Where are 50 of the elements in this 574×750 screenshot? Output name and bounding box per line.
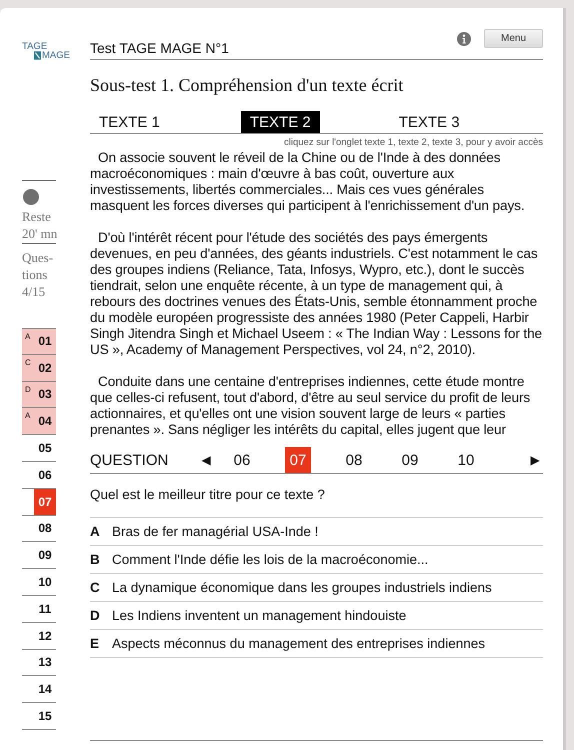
answer-option[interactable]: A Bras de fer managérial USA-Inde ! <box>90 518 543 546</box>
question-tab[interactable]: 09 <box>397 447 423 473</box>
answer-letter: C <box>25 358 31 367</box>
question-text: Quel est le meilleur titre pour ce texte ? <box>90 487 543 518</box>
question-number[interactable]: 13 <box>34 650 56 676</box>
question-tab[interactable]: 07 <box>285 447 311 473</box>
question-label: QUESTION <box>90 452 170 468</box>
questions-count: 4/15 <box>22 283 46 300</box>
question-number[interactable]: 04 <box>34 408 56 434</box>
test-title: Test TAGE MAGE N°1 <box>90 40 230 56</box>
next-button[interactable]: ▶ <box>527 453 543 467</box>
answer-option[interactable]: B Comment l'Inde défie les lois de la macroéconomie... <box>90 546 543 574</box>
timer-value: 20' mn <box>22 225 56 242</box>
answer-option[interactable]: E Aspects méconnus du management des entreprises indiennes <box>90 630 543 658</box>
question-number[interactable]: 12 <box>34 622 56 649</box>
passage-paragraph: On associe souvent le réveil de la Chine ou de l'Inde à des données macroéconomiques : main d'œuvre à bas coût, ouverture aux investissements, libertés commerciales... Mais ces vues générales masquent les forces diverses qui participent à l'enrichissement d'un pays. <box>90 150 526 214</box>
menu-button[interactable]: Menu <box>484 29 543 48</box>
passage-paragraph: Conduite dans une centaine d'entreprises indiennes, cette étude montre que celles-ci refusent, tout d'abord, d'être au seul service du profit de leurs actionnaires, et qu'elles ont une vision souvent large de leurs « parties prenantes ». Sans négliger les intérêts du capital, elles jugent que leur <box>90 374 532 438</box>
question-number[interactable]: 01 <box>34 329 56 354</box>
previous-button[interactable]: ◀ <box>198 453 214 467</box>
question-number[interactable]: 11 <box>34 596 56 622</box>
timer-dot-icon <box>23 189 39 205</box>
question-number[interactable]: 10 <box>34 569 56 595</box>
question-tab[interactable]: 06 <box>229 447 255 473</box>
answer-letter: A <box>25 332 30 341</box>
question-number[interactable]: 02 <box>34 354 56 381</box>
answer-option[interactable]: D Les Indiens inventent un management hindouiste <box>90 602 543 630</box>
answer-letter: D <box>25 384 31 394</box>
tabs-hint: cliquez sur l'onglet texte 1, texte 2, texte 3, pour y avoir accès <box>283 137 543 148</box>
question-number[interactable]: 14 <box>34 676 56 702</box>
question-tab[interactable]: 10 <box>453 447 479 473</box>
questions-label: Ques-tions <box>22 249 54 283</box>
question-tab[interactable]: 08 <box>341 447 367 473</box>
logo: TAGE MAGE <box>22 42 71 60</box>
question-number[interactable]: 06 <box>34 462 56 488</box>
question-number[interactable]: 05 <box>34 435 56 461</box>
section-title: Sous-test 1. Compréhension d'un texte écrit <box>90 74 404 96</box>
text-tab[interactable]: TEXTE 2 <box>240 111 320 133</box>
question-number[interactable]: 08 <box>34 516 56 542</box>
question-number[interactable]: 15 <box>34 703 56 729</box>
info-icon[interactable] <box>457 32 471 46</box>
answer-option[interactable]: C La dynamique économique dans les groupes industriels indiens <box>90 574 543 602</box>
text-tab[interactable]: TEXTE 1 <box>90 111 169 133</box>
text-tab[interactable]: TEXTE 3 <box>390 111 469 133</box>
passage-paragraph: D'où l'intérêt récent pour l'étude des sociétés des pays émergents devenues, en peu d'années, des géants industriels. C'est notamment le cas des groupes indiens (Reliance, Tata, Infosys, Wypro, etc.), dont le succès tiendrait, selon une enquête récente, à un type de management qui, à rebours des doctrines venues des États-Unis, semble étonnamment proche du modèle européen progressiste des années 1980 (Peter Cappeli, Harbir Singh Jitendra Singh et Michael Useem : « The Indian Way : Lessons for the US », Academy of Management Perspectives, vol 24, n°2, 2010). <box>90 230 543 358</box>
answer-letter: A <box>25 411 30 420</box>
question-number[interactable]: 03 <box>34 382 56 408</box>
timer-label: Reste <box>22 208 52 225</box>
question-number[interactable]: 09 <box>34 542 56 568</box>
question-number[interactable]: 07 <box>34 488 56 515</box>
